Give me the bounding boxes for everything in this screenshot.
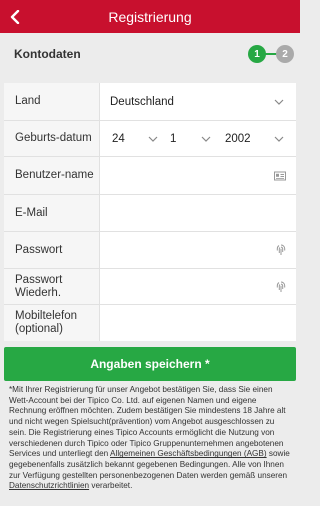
birth-month-value: 1 <box>170 132 177 145</box>
terms-link[interactable]: Allgemeinen Geschäftsbedingungen (AGB) <box>110 449 267 458</box>
page-title: Registrierung <box>108 8 192 25</box>
birth-day-select[interactable]: 24 <box>100 121 162 156</box>
step-1: 1 <box>248 45 266 63</box>
id-card-icon <box>274 171 286 180</box>
password-repeat-label: Passwort Wiederh. <box>4 269 100 304</box>
back-button[interactable] <box>0 0 30 33</box>
birth-year-value: 2002 <box>225 132 251 145</box>
password-repeat-row: Passwort Wiederh. <box>4 269 296 305</box>
fingerprint-icon[interactable] <box>276 280 286 293</box>
email-row: E-Mail <box>4 195 296 232</box>
chevron-down-icon <box>148 136 158 142</box>
mobile-row: Mobiltelefon (optional) <box>4 305 296 341</box>
registration-form: Land Deutschland Geburts-datum 24 1 2002… <box>4 83 296 341</box>
app-header: Registrierung <box>0 0 300 33</box>
fingerprint-icon[interactable] <box>276 244 286 257</box>
username-label: Benutzer-name <box>4 157 100 194</box>
birthdate-row: Geburts-datum 24 1 2002 <box>4 121 296 157</box>
password-label: Passwort <box>4 232 100 268</box>
password-repeat-input[interactable] <box>100 269 296 304</box>
step-2: 2 <box>276 45 294 63</box>
country-label: Land <box>4 83 100 120</box>
country-value: Deutschland <box>110 95 174 108</box>
legal-text-3: verarbeitet. <box>89 481 133 491</box>
save-button[interactable]: Angaben speichern * <box>4 347 296 381</box>
section-title: Kontodaten <box>14 47 81 61</box>
mobile-label: Mobiltelefon (optional) <box>4 305 100 341</box>
password-row: Passwort <box>4 232 296 269</box>
birth-month-select[interactable]: 1 <box>162 121 217 156</box>
email-label: E-Mail <box>4 195 100 231</box>
chevron-left-icon <box>10 9 20 24</box>
username-row: Benutzer-name <box>4 157 296 195</box>
chevron-down-icon <box>274 136 284 142</box>
birth-day-value: 24 <box>112 132 125 145</box>
section-header: Kontodaten 1 2 <box>0 33 300 75</box>
password-input[interactable] <box>100 232 296 268</box>
country-select[interactable]: Deutschland <box>100 83 296 120</box>
username-input[interactable] <box>100 157 296 194</box>
privacy-policy-link[interactable]: Datenschutzrichtlinien <box>9 481 89 490</box>
birth-year-select[interactable]: 2002 <box>217 121 296 156</box>
legal-notice: *Mit Ihrer Registrierung für unser Angeb… <box>9 385 293 492</box>
mobile-phone-input[interactable] <box>100 305 296 341</box>
country-row: Land Deutschland <box>4 83 296 121</box>
legal-text-1: *Mit Ihrer Registrierung für unser Angeb… <box>9 385 286 459</box>
email-field[interactable] <box>100 195 296 231</box>
step-indicator: 1 2 <box>248 43 294 65</box>
birthdate-fields: 24 1 2002 <box>100 121 296 156</box>
birthdate-label: Geburts-datum <box>4 121 100 156</box>
chevron-down-icon <box>274 99 284 105</box>
chevron-down-icon <box>201 136 211 142</box>
